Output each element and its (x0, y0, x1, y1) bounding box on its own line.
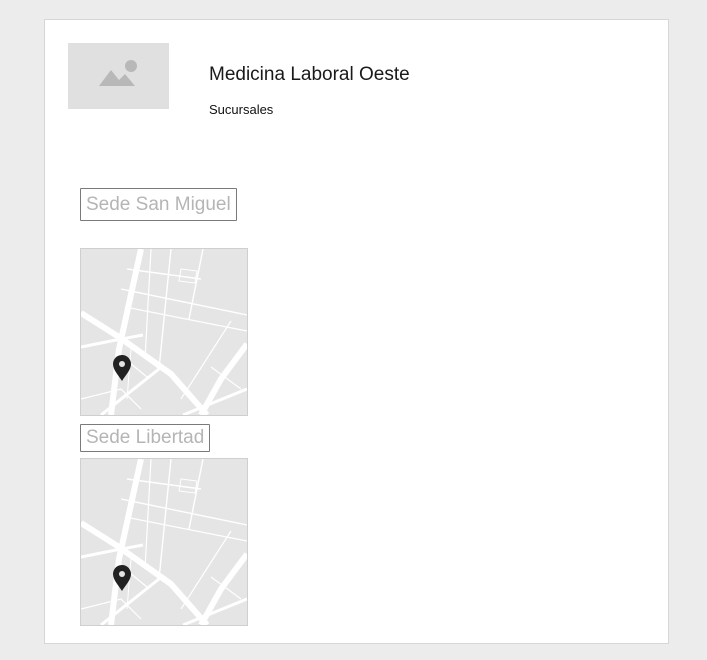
logo-placeholder (68, 43, 169, 109)
map-san-miguel[interactable] (80, 248, 248, 416)
image-placeholder-icon (98, 60, 137, 86)
branch-button-san-miguel[interactable]: Sede San Miguel (80, 188, 237, 221)
branch-button-libertad[interactable]: Sede Libertad (80, 424, 211, 452)
page-title: Medicina Laboral Oeste (209, 64, 410, 85)
content-card: Medicina Laboral Oeste Sucursales Sede S… (44, 19, 669, 644)
page-subtitle: Sucursales (209, 102, 274, 117)
map-libertad[interactable] (80, 458, 248, 626)
